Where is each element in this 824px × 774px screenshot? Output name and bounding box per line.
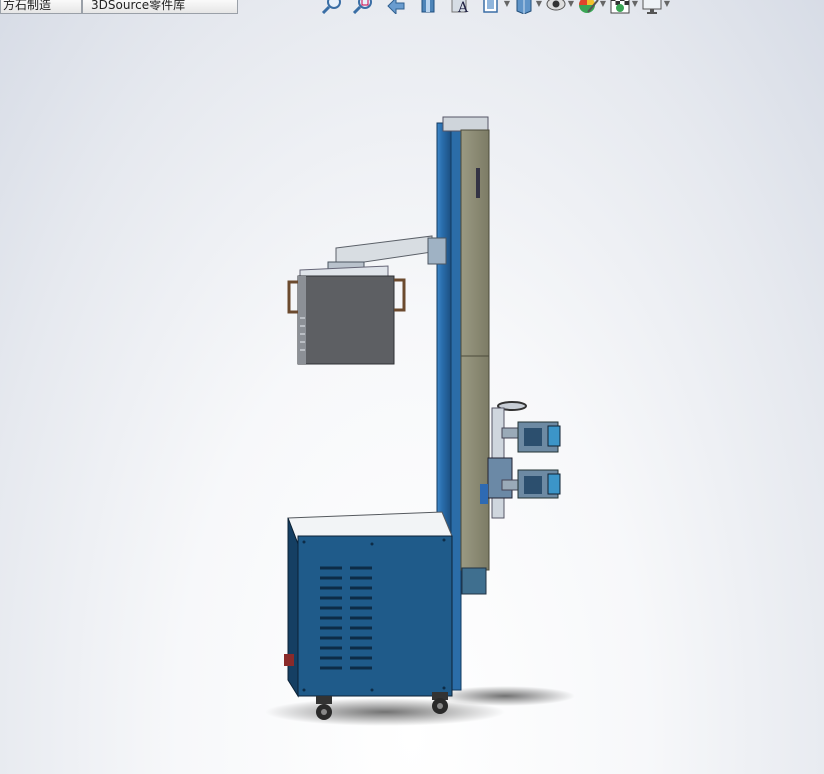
apply-scene-icon[interactable]: ▼ (608, 0, 638, 16)
tab-3dsource-library[interactable]: 3DSource零件库 (82, 0, 238, 14)
hanging-panel[interactable] (287, 265, 406, 365)
edit-appearance-icon[interactable]: ▼ (576, 0, 606, 16)
zoom-to-area-icon[interactable] (352, 0, 378, 16)
base-cabinet[interactable] (284, 511, 453, 698)
display-style-icon[interactable]: ▼ (512, 0, 542, 16)
view-settings-icon[interactable]: ▼ (640, 0, 670, 16)
svg-text:A: A (457, 0, 469, 14)
document-tabs: 方石制造 3DSource零件库 (0, 0, 238, 16)
hide-show-items-icon[interactable]: ▼ (544, 0, 574, 16)
view-orientation-icon[interactable]: ▼ (480, 0, 510, 16)
dynamic-annotation-view-icon[interactable]: A (448, 0, 474, 16)
previous-view-icon[interactable] (384, 0, 410, 16)
clamp-assembly[interactable] (480, 401, 561, 519)
section-view-icon[interactable] (416, 0, 442, 16)
tab-document-1[interactable]: 方石制造 (0, 0, 82, 14)
heads-up-view-toolbar: A ▼ ▼ ▼ ▼ ▼ ▼ (320, 0, 670, 16)
zoom-to-fit-icon[interactable] (320, 0, 346, 16)
graphics-area[interactable] (0, 16, 824, 774)
